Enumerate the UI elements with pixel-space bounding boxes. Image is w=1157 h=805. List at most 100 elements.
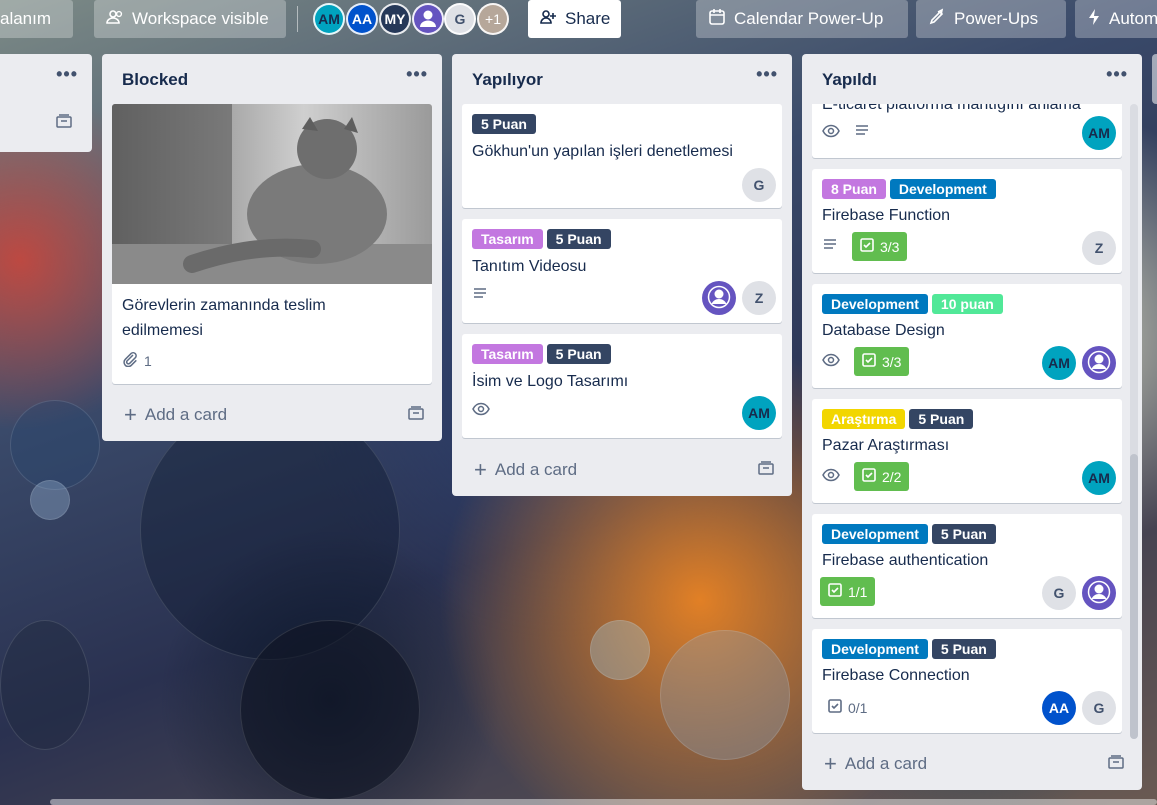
card-template-icon[interactable] <box>1108 755 1124 773</box>
user-icon <box>1087 350 1111 377</box>
member-avatar[interactable]: AM <box>313 3 345 35</box>
workspace-visibility-button[interactable]: Workspace visible <box>94 0 286 38</box>
member-avatar[interactable]: AM <box>1082 116 1116 150</box>
background-bubble <box>590 620 650 680</box>
label-research: Araştırma <box>822 409 906 429</box>
member-avatar[interactable]: Z <box>1082 231 1116 265</box>
card[interactable]: Araştırma 5 Puan Pazar Araştırması 2/2 A… <box>812 399 1122 503</box>
label-points: 5 Puan <box>546 344 611 364</box>
user-icon <box>417 7 439 32</box>
user-icon <box>707 285 731 312</box>
card-template-icon[interactable] <box>408 406 424 424</box>
card-members: G <box>742 168 776 202</box>
eye-icon <box>822 124 840 141</box>
lightning-icon <box>1087 8 1101 31</box>
card-badges <box>472 287 488 304</box>
card[interactable]: 8 Puan Development Firebase Function 3/3… <box>812 169 1122 273</box>
checklist-badge: 3/3 <box>852 232 908 261</box>
checklist-count: 0/1 <box>848 699 868 716</box>
label-development: Development <box>889 179 996 199</box>
checklist-badge: 2/2 <box>854 462 910 491</box>
add-card-label: Add a card <box>844 754 928 773</box>
list-menu-icon[interactable]: ••• <box>1106 64 1128 85</box>
list-menu-icon[interactable]: ••• <box>756 64 778 85</box>
card-members: AA G <box>1042 691 1116 725</box>
add-card-button[interactable]: + Add a card <box>824 751 928 776</box>
card-labels: 8 Puan Development <box>822 179 996 199</box>
share-button[interactable]: Share <box>528 0 621 38</box>
add-card-label: Add a card <box>144 405 228 424</box>
label-points: 8 Puan <box>822 179 886 199</box>
plus-icon: + <box>824 751 837 776</box>
member-avatar[interactable]: Z <box>742 281 776 315</box>
member-avatar[interactable]: AM <box>1082 461 1116 495</box>
card-title: Database Design <box>822 322 945 339</box>
add-card-button[interactable]: + Add a card <box>124 404 228 426</box>
member-avatar[interactable] <box>412 3 444 35</box>
label-points: 5 Puan <box>931 639 996 659</box>
card-labels: 5 Puan <box>472 114 536 134</box>
card-badges <box>822 124 870 141</box>
list-menu-icon[interactable]: ••• <box>56 64 78 85</box>
people-icon <box>106 9 124 30</box>
member-avatar[interactable]: G <box>444 3 476 35</box>
card[interactable]: E-ticaret platforma mantığını anlama AM <box>812 104 1122 158</box>
card-members: Z <box>1082 231 1116 265</box>
member-avatar[interactable] <box>1082 576 1116 610</box>
board-scrollbar[interactable] <box>50 799 1157 805</box>
label-design: Tasarım <box>472 344 543 364</box>
card-labels: Araştırma 5 Puan <box>822 409 974 429</box>
card[interactable]: Development 5 Puan Firebase Connection 0… <box>812 629 1122 733</box>
card[interactable]: Tasarım 5 Puan İsim ve Logo Tasarımı AM <box>462 334 782 438</box>
list-title[interactable]: Yapıldı <box>822 70 877 90</box>
checkbox-icon <box>828 583 842 600</box>
card[interactable]: 5 Puan Gökhun'un yapılan işleri denetlem… <box>462 104 782 208</box>
card-badges: 1 <box>122 351 152 370</box>
card-badges <box>472 402 490 419</box>
list-scrollbar-thumb[interactable] <box>1130 454 1138 739</box>
list-title[interactable]: Yapılıyor <box>472 70 543 90</box>
list-blocked: Blocked ••• Görevlerin zamanında teslim … <box>102 54 442 441</box>
member-avatar[interactable]: MY <box>379 3 411 35</box>
card[interactable]: Tasarım 5 Puan Tanıtım Videosu Z <box>462 219 782 323</box>
card[interactable]: Görevlerin zamanında teslim edilmemesi 1 <box>112 104 432 384</box>
power-ups-button[interactable]: Power-Ups <box>916 0 1066 38</box>
member-avatar[interactable]: AM <box>742 396 776 430</box>
member-initials: AM <box>318 11 340 27</box>
card-template-icon[interactable] <box>56 114 72 133</box>
card-badges: 1/1 <box>820 577 876 606</box>
power-ups-label: Power-Ups <box>954 9 1039 28</box>
member-avatar[interactable]: AA <box>1042 691 1076 725</box>
description-icon <box>854 124 870 141</box>
calendar-powerup-button[interactable]: Calendar Power-Up <box>696 0 908 38</box>
member-avatar[interactable]: G <box>1082 691 1116 725</box>
member-avatar[interactable] <box>702 281 736 315</box>
list-title[interactable]: Blocked <box>122 70 188 90</box>
label-development: Development <box>822 524 928 544</box>
member-avatar[interactable]: AM <box>1042 346 1076 380</box>
attachment-badge: 1 <box>122 351 152 370</box>
more-members-button[interactable]: +1 <box>477 3 509 35</box>
card-title: Firebase Connection <box>822 667 970 684</box>
workspace-breadcrumb[interactable]: alanım <box>0 0 73 38</box>
card-template-icon[interactable] <box>758 461 774 479</box>
background-bubble <box>30 480 70 520</box>
card-title: Görevlerin zamanında teslim edilmemesi <box>122 297 326 339</box>
card-badges: 3/3 <box>822 347 910 376</box>
list-done: Yapıldı ••• E-ticaret platforma mantığın… <box>802 54 1142 790</box>
label-points: 5 Puan <box>909 409 974 429</box>
card-title: Tanıtım Videosu <box>472 258 587 275</box>
card[interactable]: Development 10 puan Database Design 3/3 … <box>812 284 1122 388</box>
workspace-breadcrumb-label: alanım <box>0 9 52 28</box>
member-avatar[interactable]: AA <box>346 3 378 35</box>
member-avatar[interactable] <box>1082 346 1116 380</box>
card[interactable]: Development 5 Puan Firebase authenticati… <box>812 514 1122 618</box>
card-labels: Development 5 Puan <box>822 524 996 544</box>
automation-button[interactable]: Autom <box>1075 0 1157 38</box>
add-card-button[interactable]: + Add a card <box>474 459 577 481</box>
list-menu-icon[interactable]: ••• <box>406 64 428 85</box>
member-avatar[interactable]: G <box>742 168 776 202</box>
member-avatar[interactable]: G <box>1042 576 1076 610</box>
automation-label: Autom <box>1109 9 1157 28</box>
label-development: Development <box>822 639 928 659</box>
